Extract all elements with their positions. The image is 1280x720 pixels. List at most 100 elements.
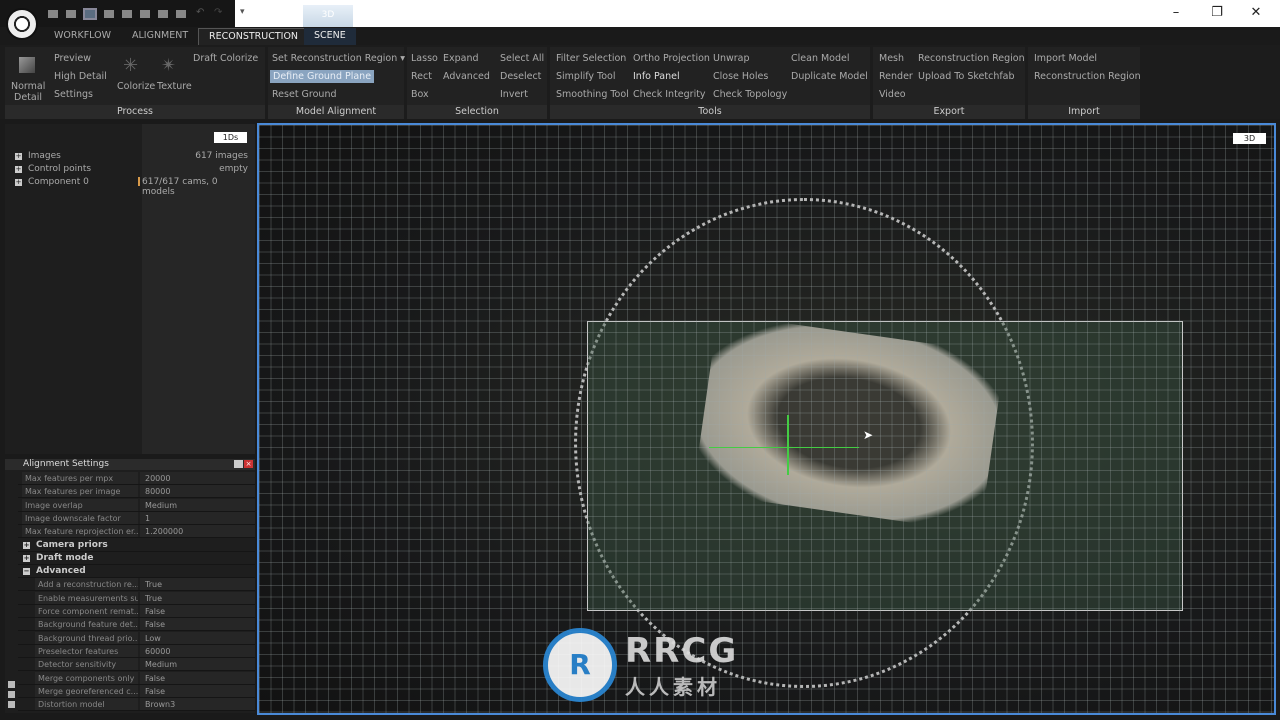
setting-row[interactable]: Preselector features 60000 xyxy=(18,644,255,658)
expand-button[interactable]: Expand xyxy=(443,53,479,64)
setting-value[interactable]: False xyxy=(140,605,255,617)
layout-4-icon[interactable] xyxy=(104,10,114,18)
info-panel-button[interactable]: Info Panel xyxy=(633,71,680,82)
lasso-button[interactable]: Lasso xyxy=(411,53,438,64)
setting-row[interactable]: Force component remat... False xyxy=(18,605,255,618)
layout-6-icon[interactable] xyxy=(140,10,150,18)
setting-row[interactable]: Background thread prio... Low xyxy=(18,631,255,645)
layout-7-icon[interactable] xyxy=(158,10,168,18)
layout-1-icon[interactable] xyxy=(48,10,58,18)
minimize-icon[interactable]: – xyxy=(1166,5,1186,20)
setting-row[interactable]: Max features per mpx 20000 xyxy=(18,472,255,485)
setting-row[interactable]: Max feature reprojection er... 1.200000 xyxy=(18,525,255,539)
setting-value[interactable]: False xyxy=(140,684,255,697)
setting-value[interactable]: 60000 xyxy=(140,644,255,657)
setting-value[interactable]: Low xyxy=(140,631,255,644)
close-holes-button[interactable]: Close Holes xyxy=(713,71,768,82)
select-all-button[interactable]: Select All xyxy=(500,53,544,64)
invert-button[interactable]: Invert xyxy=(500,89,528,100)
setting-value[interactable]: 20000 xyxy=(140,472,255,484)
setting-value[interactable]: 1 xyxy=(140,511,255,524)
expand-icon[interactable]: + xyxy=(23,541,30,549)
setting-value[interactable]: Brown3 xyxy=(140,698,255,711)
tree-item-control-points[interactable]: + Control points xyxy=(15,164,91,174)
customize-dropdown-icon[interactable]: ▾ xyxy=(240,7,245,17)
restore-icon[interactable]: ❐ xyxy=(1207,5,1227,20)
layout-8-icon[interactable] xyxy=(176,10,186,18)
app-logo[interactable] xyxy=(6,8,38,40)
scroll-middle-icon[interactable] xyxy=(8,691,15,698)
setting-value[interactable]: Medium xyxy=(140,498,255,511)
layout-2-icon[interactable] xyxy=(66,10,76,18)
setting-row[interactable]: Enable measurements su... True xyxy=(18,591,255,605)
setting-row[interactable]: Image downscale factor 1 xyxy=(18,511,255,525)
expand-icon[interactable]: + xyxy=(23,554,30,562)
reset-ground-button[interactable]: Reset Ground xyxy=(272,89,337,100)
import-region-button[interactable]: Reconstruction Region xyxy=(1034,71,1141,82)
normal-detail-button[interactable]: Normal Detail xyxy=(11,81,45,103)
setting-row[interactable]: Merge components only False xyxy=(18,671,255,685)
maximize-panel-icon[interactable] xyxy=(234,460,243,468)
export-render-button[interactable]: Render xyxy=(879,71,913,82)
undo-icon[interactable]: ↶ xyxy=(196,7,204,18)
filter-selection-button[interactable]: Filter Selection xyxy=(556,53,626,64)
expand-icon[interactable]: + xyxy=(15,179,22,186)
box-button[interactable]: Box xyxy=(411,89,429,100)
view-1ds-button[interactable]: 1Ds xyxy=(214,132,247,143)
texture-button[interactable]: Texture xyxy=(157,81,192,92)
setting-row[interactable]: Background feature det... False xyxy=(18,618,255,632)
tree-item-component[interactable]: + Component 0 xyxy=(15,177,89,187)
export-video-button[interactable]: Video xyxy=(879,89,906,100)
expand-icon[interactable]: + xyxy=(15,166,22,173)
collapse-icon[interactable]: − xyxy=(23,568,30,576)
ortho-projection-button[interactable]: Ortho Projection xyxy=(633,53,710,64)
preview-button[interactable]: Preview xyxy=(54,53,91,64)
section-2[interactable]: − Advanced xyxy=(18,565,255,579)
setting-value[interactable]: 1.200000 xyxy=(140,525,255,538)
advanced-button[interactable]: Advanced xyxy=(443,71,490,82)
section-0[interactable]: + Camera priors xyxy=(18,539,255,552)
duplicate-model-button[interactable]: Duplicate Model xyxy=(791,71,868,82)
setting-value[interactable]: False xyxy=(140,671,255,684)
section-1[interactable]: + Draft mode xyxy=(18,552,255,565)
setting-row[interactable]: Image overlap Medium xyxy=(18,498,255,512)
y-axis-gizmo[interactable] xyxy=(787,415,789,475)
check-integrity-button[interactable]: Check Integrity xyxy=(633,89,706,100)
tab-scene[interactable]: SCENE xyxy=(304,28,356,45)
redo-icon[interactable]: ↷ xyxy=(214,7,222,18)
unwrap-button[interactable]: Unwrap xyxy=(713,53,750,64)
rect-button[interactable]: Rect xyxy=(411,71,432,82)
import-model-button[interactable]: Import Model xyxy=(1034,53,1097,64)
scroll-down-icon[interactable] xyxy=(8,701,15,708)
define-ground-plane-button[interactable]: Define Ground Plane xyxy=(270,70,375,83)
setting-row[interactable]: Max features per image 80000 xyxy=(18,485,255,499)
view-tab-3d[interactable]: 3D xyxy=(303,5,353,27)
layout-5-icon[interactable] xyxy=(122,10,132,18)
export-region-button[interactable]: Reconstruction Region xyxy=(918,53,1025,64)
tab-alignment[interactable]: ALIGNMENT xyxy=(122,28,198,45)
colorize-button[interactable]: Colorize xyxy=(117,81,155,92)
setting-value[interactable]: False xyxy=(140,618,255,631)
upload-sketchfab-button[interactable]: Upload To Sketchfab xyxy=(918,71,1015,82)
view-3d-button[interactable]: 3D xyxy=(1233,133,1266,144)
settings-button[interactable]: Settings xyxy=(54,89,93,100)
tree-item-images[interactable]: + Images xyxy=(15,151,61,161)
set-reconstruction-region-button[interactable]: Set Reconstruction Region ▾ xyxy=(272,53,405,64)
setting-value[interactable]: True xyxy=(140,591,255,604)
tab-reconstruction[interactable]: RECONSTRUCTION xyxy=(198,28,310,45)
scroll-up-icon[interactable] xyxy=(8,681,15,688)
simplify-tool-button[interactable]: Simplify Tool xyxy=(556,71,616,82)
tab-workflow[interactable]: WORKFLOW xyxy=(44,28,121,45)
setting-value[interactable]: 80000 xyxy=(140,485,255,498)
draft-colorize-button[interactable]: Draft Colorize xyxy=(193,53,258,64)
setting-row[interactable]: Distortion model Brown3 xyxy=(18,698,255,712)
deselect-button[interactable]: Deselect xyxy=(500,71,541,82)
layout-3-icon[interactable] xyxy=(83,8,97,20)
setting-value[interactable]: True xyxy=(140,578,255,591)
clean-model-button[interactable]: Clean Model xyxy=(791,53,850,64)
close-icon[interactable]: ✕ xyxy=(1246,5,1266,20)
setting-row[interactable]: Add a reconstruction re... True xyxy=(18,578,255,592)
close-panel-icon[interactable]: × xyxy=(244,460,253,468)
3d-viewport[interactable]: ➤ 3D xyxy=(257,123,1276,715)
x-axis-gizmo[interactable] xyxy=(709,447,859,448)
